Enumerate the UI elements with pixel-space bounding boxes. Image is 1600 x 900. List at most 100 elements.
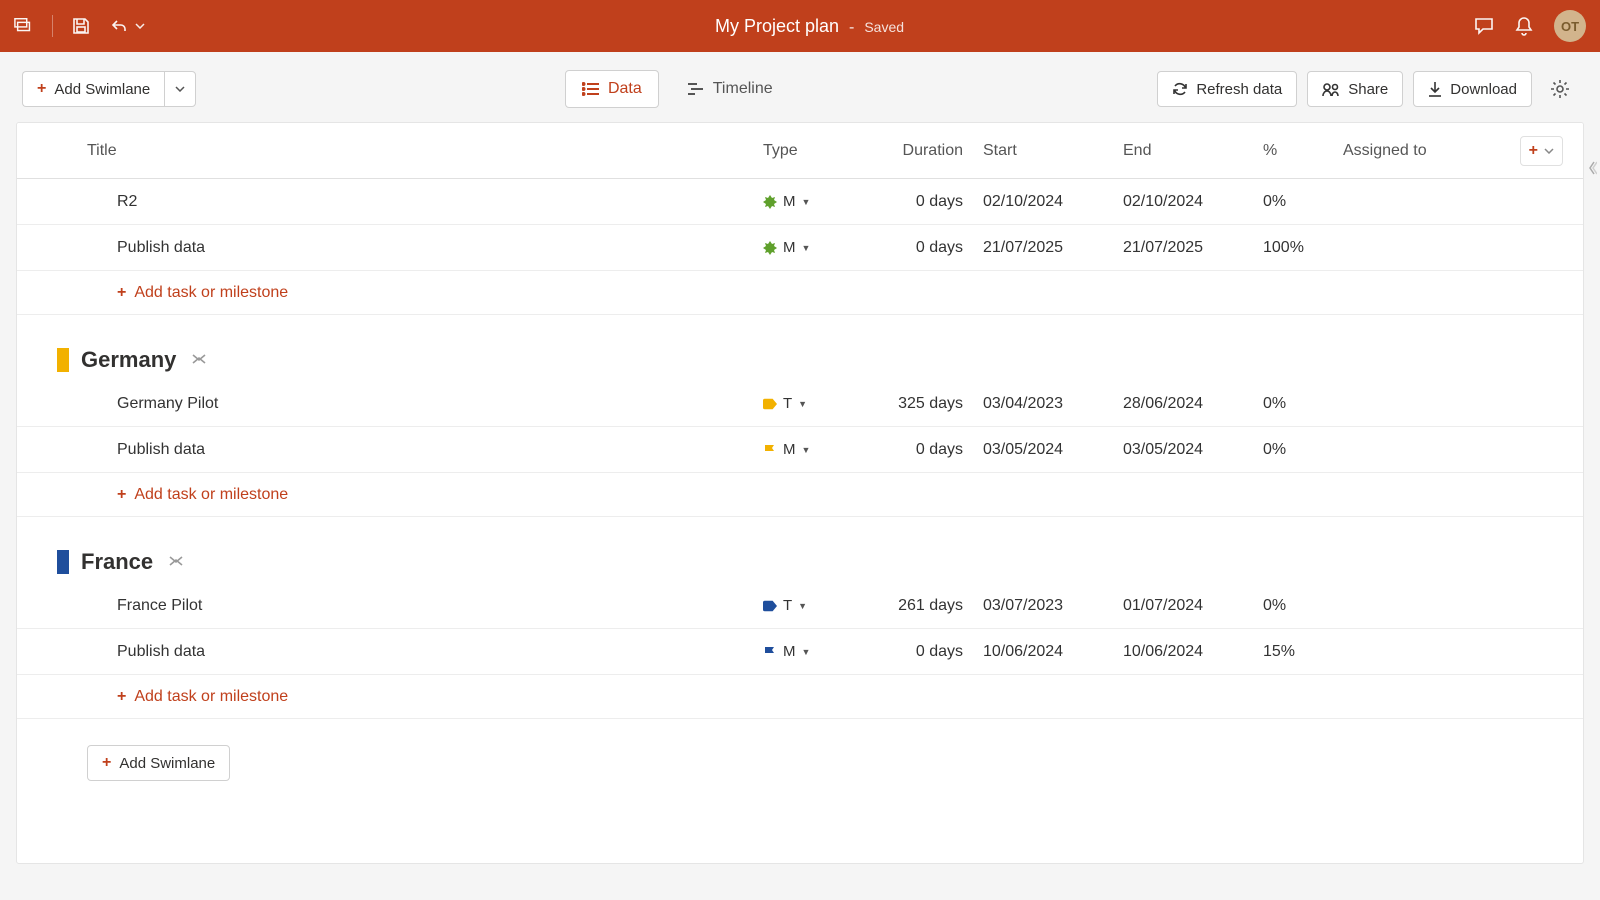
cell-percent[interactable]: 100% bbox=[1263, 239, 1343, 257]
swimlane-title[interactable]: Germany bbox=[81, 347, 176, 373]
cell-type[interactable]: M▼ bbox=[763, 239, 873, 256]
add-task-label: Add task or milestone bbox=[134, 486, 288, 504]
table-row[interactable]: Publish dataM▼0 days03/05/202403/05/2024… bbox=[17, 427, 1583, 473]
col-header-start[interactable]: Start bbox=[983, 142, 1123, 160]
table-row[interactable]: R2M▼0 days02/10/202402/10/20240% bbox=[17, 179, 1583, 225]
cell-end[interactable]: 02/10/2024 bbox=[1123, 193, 1263, 211]
plus-icon: + bbox=[117, 285, 126, 301]
add-task-button[interactable]: + Add task or milestone bbox=[17, 271, 1583, 315]
col-header-title[interactable]: Title bbox=[87, 142, 763, 160]
cell-type[interactable]: T▼ bbox=[763, 597, 873, 614]
chevron-down-icon: ▼ bbox=[802, 243, 811, 253]
refresh-icon bbox=[1172, 81, 1188, 97]
plus-icon: + bbox=[117, 487, 126, 503]
cell-end[interactable]: 10/06/2024 bbox=[1123, 643, 1263, 661]
cell-end[interactable]: 03/05/2024 bbox=[1123, 441, 1263, 459]
refresh-button[interactable]: Refresh data bbox=[1157, 71, 1297, 107]
chevron-down-icon bbox=[1544, 148, 1554, 154]
undo-icon[interactable] bbox=[109, 16, 129, 36]
refresh-label: Refresh data bbox=[1196, 81, 1282, 98]
share-button[interactable]: Share bbox=[1307, 71, 1403, 107]
document-title[interactable]: My Project plan bbox=[715, 16, 839, 37]
chevron-down-icon bbox=[175, 86, 185, 92]
cell-title[interactable]: France Pilot bbox=[87, 597, 763, 615]
col-header-type[interactable]: Type bbox=[763, 142, 873, 160]
col-header-percent[interactable]: % bbox=[1263, 142, 1343, 160]
swimlane-title[interactable]: France bbox=[81, 549, 153, 575]
add-column-button[interactable]: + bbox=[1520, 136, 1563, 166]
app-titlebar: My Project plan - Saved OT bbox=[0, 0, 1600, 52]
cell-duration[interactable]: 0 days bbox=[873, 643, 983, 661]
col-header-duration[interactable]: Duration bbox=[873, 142, 983, 160]
sidebar-toggle[interactable] bbox=[1584, 154, 1600, 182]
col-header-end[interactable]: End bbox=[1123, 142, 1263, 160]
cell-percent[interactable]: 0% bbox=[1263, 193, 1343, 211]
add-task-button[interactable]: +Add task or milestone bbox=[17, 675, 1583, 719]
cell-title[interactable]: R2 bbox=[87, 193, 763, 211]
notifications-icon[interactable] bbox=[1514, 16, 1534, 36]
cell-percent[interactable]: 0% bbox=[1263, 441, 1343, 459]
chevron-down-icon: ▼ bbox=[798, 601, 807, 611]
cell-duration[interactable]: 325 days bbox=[873, 395, 983, 413]
app-icon[interactable] bbox=[14, 16, 34, 36]
undo-group bbox=[109, 16, 145, 36]
plus-icon: + bbox=[37, 81, 46, 97]
table-row[interactable]: Publish dataM▼0 days10/06/202410/06/2024… bbox=[17, 629, 1583, 675]
add-task-label: Add task or milestone bbox=[134, 284, 288, 302]
cell-end[interactable]: 28/06/2024 bbox=[1123, 395, 1263, 413]
cell-start[interactable]: 03/07/2023 bbox=[983, 597, 1123, 615]
settings-button[interactable] bbox=[1542, 79, 1578, 99]
cell-title[interactable]: Publish data bbox=[87, 643, 763, 661]
cell-start[interactable]: 03/05/2024 bbox=[983, 441, 1123, 459]
cell-duration[interactable]: 0 days bbox=[873, 441, 983, 459]
cell-duration[interactable]: 0 days bbox=[873, 239, 983, 257]
view-timeline-tab[interactable]: Timeline bbox=[671, 70, 789, 108]
data-grid: Title Type Duration Start End % Assigned… bbox=[16, 122, 1584, 864]
add-swimlane-label: Add Swimlane bbox=[119, 755, 215, 772]
add-swimlane-dropdown[interactable] bbox=[164, 71, 196, 107]
cell-type[interactable]: M▼ bbox=[763, 193, 873, 210]
list-icon bbox=[582, 82, 600, 96]
add-swimlane-group: + Add Swimlane bbox=[22, 71, 196, 107]
col-header-assigned[interactable]: Assigned to bbox=[1343, 142, 1503, 160]
avatar[interactable]: OT bbox=[1554, 10, 1586, 42]
view-timeline-label: Timeline bbox=[713, 80, 773, 98]
download-button[interactable]: Download bbox=[1413, 71, 1532, 107]
cell-duration[interactable]: 0 days bbox=[873, 193, 983, 211]
add-task-button[interactable]: + Add task or milestone bbox=[17, 473, 1583, 517]
add-swimlane-button[interactable]: + Add Swimlane bbox=[22, 71, 164, 107]
table-row[interactable]: France PilotT▼261 days03/07/202301/07/20… bbox=[17, 583, 1583, 629]
cell-percent[interactable]: 0% bbox=[1263, 395, 1343, 413]
cell-title[interactable]: Germany Pilot bbox=[87, 395, 763, 413]
view-switch: Data Timeline bbox=[565, 70, 789, 108]
delete-swimlane-icon[interactable] bbox=[169, 554, 183, 571]
bottom-add-swimlane: + Add Swimlane bbox=[17, 719, 1583, 821]
view-data-tab[interactable]: Data bbox=[565, 70, 659, 108]
cell-title[interactable]: Publish data bbox=[87, 441, 763, 459]
cell-percent[interactable]: 15% bbox=[1263, 643, 1343, 661]
cell-start[interactable]: 10/06/2024 bbox=[983, 643, 1123, 661]
comments-icon[interactable] bbox=[1474, 16, 1494, 36]
plus-icon: + bbox=[117, 689, 126, 705]
table-row[interactable]: Germany PilotT▼325 days03/04/202328/06/2… bbox=[17, 381, 1583, 427]
cell-type[interactable]: M▼ bbox=[763, 441, 873, 458]
undo-dropdown[interactable] bbox=[135, 21, 145, 32]
save-icon[interactable] bbox=[71, 16, 91, 36]
delete-swimlane-icon[interactable] bbox=[192, 352, 206, 369]
cell-end[interactable]: 01/07/2024 bbox=[1123, 597, 1263, 615]
cell-start[interactable]: 03/04/2023 bbox=[983, 395, 1123, 413]
plus-icon: + bbox=[102, 755, 111, 771]
add-swimlane-label: Add Swimlane bbox=[54, 81, 150, 98]
cell-title[interactable]: Publish data bbox=[87, 239, 763, 257]
add-swimlane-button[interactable]: + Add Swimlane bbox=[87, 745, 230, 781]
cell-start[interactable]: 02/10/2024 bbox=[983, 193, 1123, 211]
cell-type[interactable]: T▼ bbox=[763, 395, 873, 412]
table-row[interactable]: Publish dataM▼0 days21/07/202521/07/2025… bbox=[17, 225, 1583, 271]
cell-percent[interactable]: 0% bbox=[1263, 597, 1343, 615]
cell-type[interactable]: M▼ bbox=[763, 643, 873, 660]
share-label: Share bbox=[1348, 81, 1388, 98]
view-data-label: Data bbox=[608, 80, 642, 98]
cell-start[interactable]: 21/07/2025 bbox=[983, 239, 1123, 257]
cell-duration[interactable]: 261 days bbox=[873, 597, 983, 615]
cell-end[interactable]: 21/07/2025 bbox=[1123, 239, 1263, 257]
